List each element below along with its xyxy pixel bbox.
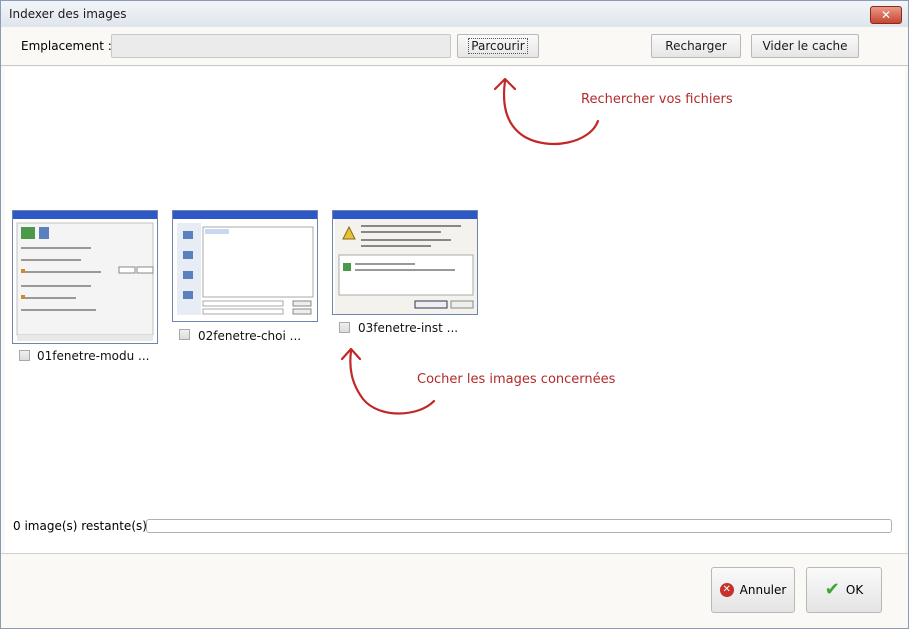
location-input[interactable] xyxy=(111,34,451,58)
reload-button[interactable]: Recharger xyxy=(651,34,741,58)
image-checkbox[interactable] xyxy=(19,350,30,361)
image-label: 01fenetre-modu ... xyxy=(37,349,150,363)
toolbar: Emplacement : Parcourir Recharger Vider … xyxy=(1,27,908,66)
image-grid: 01fenetre-modu ... 02fenetre-choi ... 03… xyxy=(5,67,905,553)
cancel-icon: ✕ xyxy=(719,583,734,597)
progress-bar xyxy=(146,519,892,533)
titlebar[interactable]: Indexer des images ✕ xyxy=(1,1,908,28)
ok-button-label: OK xyxy=(845,583,864,597)
location-label: Emplacement : xyxy=(21,39,112,53)
image-checkbox[interactable] xyxy=(339,322,350,333)
browse-button-label: Parcourir xyxy=(468,38,528,54)
footer-divider xyxy=(1,553,908,554)
image-checkbox[interactable] xyxy=(179,329,190,340)
window-title: Indexer des images xyxy=(9,7,127,21)
check-hint-annotation: Cocher les images concernées xyxy=(417,372,616,387)
thumbnail-preview xyxy=(177,223,314,315)
ok-button[interactable]: ✔ OK xyxy=(806,567,882,613)
thumbnail-preview xyxy=(335,219,477,314)
close-button[interactable]: ✕ xyxy=(870,6,902,24)
thumbnail-image[interactable] xyxy=(172,210,318,322)
checkmark-icon: ✔ xyxy=(824,579,840,600)
thumbnail-image[interactable] xyxy=(332,210,478,315)
browse-hint-annotation: Rechercher vos fichiers xyxy=(581,92,733,107)
image-label: 03fenetre-inst ... xyxy=(358,321,459,335)
remaining-images-label: 0 image(s) restante(s) xyxy=(13,519,147,533)
thumbnail-preview xyxy=(16,222,154,341)
browse-button[interactable]: Parcourir xyxy=(457,34,539,58)
close-icon: ✕ xyxy=(880,8,892,22)
image-label: 02fenetre-choi ... xyxy=(198,329,302,343)
thumbnail-image[interactable] xyxy=(12,210,158,344)
dialog-window: Indexer des images ✕ Emplacement : Parco… xyxy=(0,0,909,629)
clear-cache-button[interactable]: Vider le cache xyxy=(751,34,859,58)
cancel-button[interactable]: ✕ Annuler xyxy=(711,567,795,613)
cancel-button-label: Annuler xyxy=(739,583,787,597)
